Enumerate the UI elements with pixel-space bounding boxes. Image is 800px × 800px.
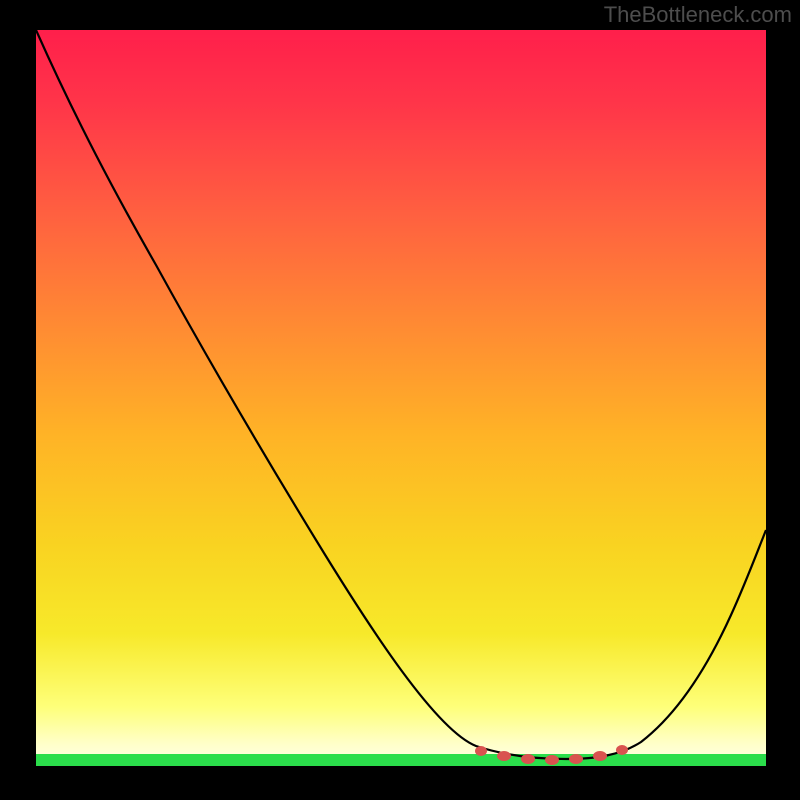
marker-dot xyxy=(475,746,487,756)
bottleneck-curve xyxy=(36,30,766,759)
chart-outer: TheBottleneck.com xyxy=(0,0,800,800)
marker-dot xyxy=(593,751,607,761)
marker-dot xyxy=(545,755,559,765)
marker-group xyxy=(475,745,628,765)
marker-dot xyxy=(616,745,628,755)
marker-dot xyxy=(497,751,511,761)
curve-svg xyxy=(36,30,766,766)
plot-area xyxy=(36,30,766,766)
marker-dot xyxy=(521,754,535,764)
marker-dot xyxy=(569,754,583,764)
watermark-text: TheBottleneck.com xyxy=(604,2,792,28)
